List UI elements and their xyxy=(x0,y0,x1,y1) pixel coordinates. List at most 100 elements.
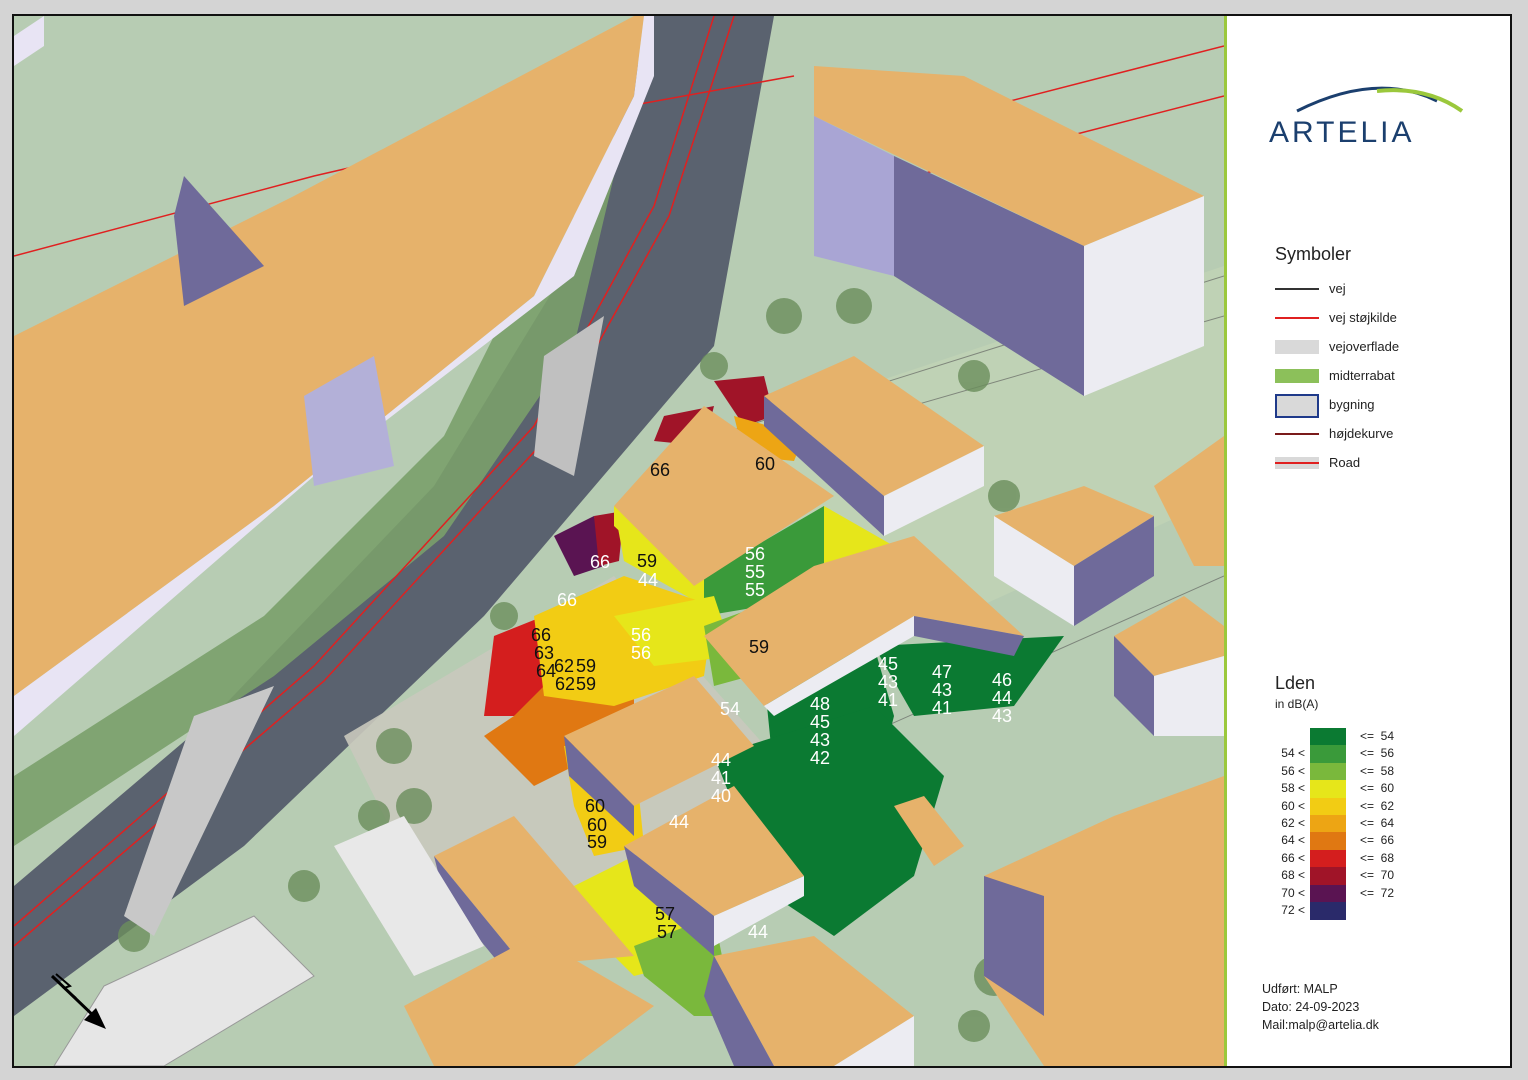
noise-class-row: 58 < <= 60 xyxy=(1227,780,1510,798)
symbol-swatch xyxy=(1275,278,1319,300)
class-lower-bound: 56 < xyxy=(1281,763,1305,778)
noise-value-label: 66 xyxy=(590,552,610,572)
noise-value-label: 54 xyxy=(720,699,740,719)
symbol-row: vej xyxy=(1275,278,1495,300)
noise-value-label: 43 xyxy=(810,730,830,750)
noise-value-label: 55 xyxy=(745,580,765,600)
noise-class-row: 60 < <= 62 xyxy=(1227,797,1510,816)
map-canvas: 66 6066 59445655556666636462 5962 595656 5954… xyxy=(14,16,1224,1066)
noise-value-label: 44 xyxy=(992,688,1012,708)
symbols-title: Symboler xyxy=(1275,244,1352,264)
noise-value-label: 40 xyxy=(711,786,731,806)
symbol-label: vej xyxy=(1329,281,1346,296)
noise-value-label: 66 xyxy=(531,625,551,645)
class-upper-bound: <= 66 xyxy=(1360,833,1395,848)
symbol-row: vej støjkilde xyxy=(1275,307,1495,329)
noise-value-label: 59 xyxy=(749,637,769,657)
symbol-label: midterrabat xyxy=(1329,368,1395,383)
symbol-swatch xyxy=(1275,423,1319,445)
legend-panel: ARTELIA Symboler vej vej støjkilde vejover… xyxy=(1227,16,1510,1066)
lden-unit: in dB(A) xyxy=(1275,697,1319,711)
symbol-row: Road xyxy=(1275,452,1495,474)
symbol-label: bygning xyxy=(1329,397,1375,412)
class-lower-bound: 68 < xyxy=(1281,868,1305,883)
class-lower-bound: 62 < xyxy=(1281,816,1305,830)
class-lower-bound: 66 < xyxy=(1281,850,1305,865)
noise-class-row: <= 54 xyxy=(1227,728,1510,746)
company-logo: ARTELIA xyxy=(1269,116,1415,149)
noise-value-label: 60 xyxy=(755,454,775,474)
noise-value-label: 44 xyxy=(711,750,731,770)
class-lower-bound: 70 < xyxy=(1281,885,1305,900)
symbol-swatch xyxy=(1275,394,1319,418)
symbol-row: vejoverflade xyxy=(1275,336,1495,358)
noise-value-label: 42 xyxy=(810,748,830,768)
class-color-swatch xyxy=(1310,867,1346,885)
symbol-swatch xyxy=(1275,452,1319,474)
lden-title: Lden xyxy=(1275,673,1316,693)
noise-value-label: 57 xyxy=(655,904,675,924)
noise-value-label: 63 xyxy=(534,643,554,663)
map-sheet-frame: 66 60 66 59 44 56 55 55 66 66 63 64 62 59 62 59 56 56 59 54… xyxy=(12,14,1512,1068)
class-upper-bound: <= 62 xyxy=(1360,798,1395,813)
noise-map[interactable]: 66 60 66 59 44 56 55 55 66 66 63 64 62 59 62 59 56 56 59 54… xyxy=(14,16,1224,1066)
class-color-swatch xyxy=(1310,728,1346,746)
noise-value-label: 43 xyxy=(878,672,898,692)
noise-value-label: 59 xyxy=(637,551,657,571)
noise-class-row: 62 < <= 64 xyxy=(1227,815,1510,833)
noise-value-label: 56 xyxy=(631,643,651,663)
symbol-row: bygning xyxy=(1275,394,1495,418)
noise-value-label: 45 xyxy=(810,712,830,732)
class-lower-bound: 60 < xyxy=(1281,798,1305,813)
noise-value-label: 41 xyxy=(932,698,952,718)
class-upper-bound: <= 58 xyxy=(1360,763,1395,778)
noise-value-label: 56 xyxy=(631,625,651,645)
noise-value-label: 43 xyxy=(992,706,1012,726)
noise-value-label: 59 xyxy=(587,832,607,852)
noise-value-label: 55 xyxy=(745,562,765,582)
footer-performed-by: Udført: MALP xyxy=(1262,982,1338,996)
symbol-swatch xyxy=(1275,365,1319,387)
noise-value-label: 46 xyxy=(992,670,1012,690)
symbol-label: vejoverflade xyxy=(1329,339,1400,354)
noise-value-label: 48 xyxy=(810,694,830,714)
class-lower-bound: 64 < xyxy=(1281,833,1305,848)
noise-class-row: 66 < <= 68 xyxy=(1227,849,1510,868)
symbol-label: vej støjkilde xyxy=(1329,310,1397,325)
footer-mail: Mail:malp@artelia.dk xyxy=(1262,1018,1379,1032)
class-color-swatch xyxy=(1310,797,1346,816)
class-color-swatch xyxy=(1310,745,1346,763)
class-upper-bound: <= 68 xyxy=(1360,850,1395,865)
noise-value-label: 59 xyxy=(576,674,596,694)
noise-value-label: 59 xyxy=(576,656,596,676)
class-color-swatch xyxy=(1310,832,1346,850)
noise-value-label: 43 xyxy=(932,680,952,700)
class-color-swatch xyxy=(1310,902,1346,920)
noise-class-row: 68 < <= 70 xyxy=(1227,867,1510,885)
symbol-row: midterrabat xyxy=(1275,365,1495,387)
noise-value-label: 57 xyxy=(657,922,677,942)
class-lower-bound: 54 < xyxy=(1281,746,1305,761)
class-upper-bound: <= 56 xyxy=(1360,746,1395,761)
symbol-row: højdekurve xyxy=(1275,423,1495,445)
footer-date: Dato: 24-09-2023 xyxy=(1262,1000,1360,1014)
symbol-swatch xyxy=(1275,307,1319,329)
class-color-swatch xyxy=(1310,762,1346,781)
class-upper-bound: <= 60 xyxy=(1360,781,1395,796)
noise-value-label: 60 xyxy=(585,796,605,816)
noise-value-label: 47 xyxy=(932,662,952,682)
noise-class-row: 64 < <= 66 xyxy=(1227,832,1510,850)
noise-value-label: 62 xyxy=(555,674,575,694)
noise-value-label: 56 xyxy=(745,544,765,564)
class-upper-bound: <= 72 xyxy=(1360,885,1395,900)
noise-value-label: 66 xyxy=(650,460,670,480)
symbol-swatch xyxy=(1275,336,1319,358)
class-upper-bound: <= 64 xyxy=(1360,816,1395,830)
class-color-swatch xyxy=(1310,849,1346,868)
symbol-label: højdekurve xyxy=(1329,426,1394,441)
noise-class-row: 54 < <= 56 xyxy=(1227,745,1510,763)
noise-value-label: 66 xyxy=(557,590,577,610)
class-upper-bound: <= 54 xyxy=(1360,729,1395,743)
noise-class-row: 56 < <= 58 xyxy=(1227,762,1510,781)
noise-value-label: 44 xyxy=(638,570,658,590)
